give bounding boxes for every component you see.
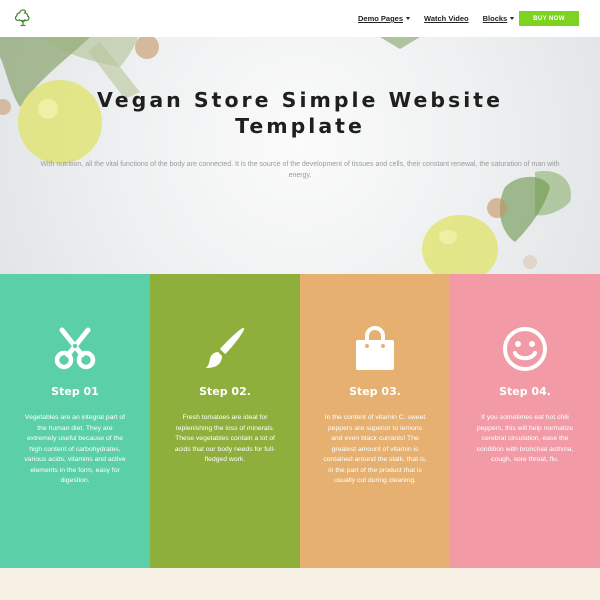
step-title: Step 02. (199, 385, 251, 398)
step-text: In the content of vitamin C, sweet peppe… (323, 414, 427, 484)
main-nav: Demo Pages Watch Video Blocks (358, 0, 528, 37)
hero-title: Vegan Store Simple Website Template (0, 87, 600, 139)
scissors-icon (54, 327, 96, 370)
step-card-4: Step 04. If you sometimes eat hot chili … (450, 274, 600, 568)
step-text: Vegetables are an integral part of the h… (24, 414, 126, 484)
steps-section: Step 01 Vegetables are an integral part … (0, 274, 600, 568)
nav-demo-pages-label: Demo Pages (358, 14, 404, 23)
broccoli-logo-icon[interactable] (13, 8, 33, 28)
chevron-down-icon (406, 17, 411, 20)
step-title: Step 04. (499, 385, 551, 398)
step-text: Fresh tomatoes are ideal for replenishin… (174, 414, 276, 463)
shopping-bag-icon (356, 325, 394, 370)
site-header: Demo Pages Watch Video Blocks BUY NOW (0, 0, 600, 37)
hero-section: Vegan Store Simple Website Template With… (0, 37, 600, 274)
nav-demo-pages[interactable]: Demo Pages (358, 14, 411, 23)
nav-blocks-label: Blocks (482, 14, 508, 23)
hero-title-line2: Template (235, 114, 365, 138)
smiley-icon (503, 327, 547, 371)
step-title: Step 01 (51, 385, 99, 398)
hero-background-image (0, 37, 571, 274)
paintbrush-icon (206, 327, 245, 368)
step-card-1: Step 01 Vegetables are an integral part … (0, 274, 150, 568)
nav-watch-video-label: Watch Video (424, 14, 469, 23)
step-text: If you sometimes eat hot chili peppers, … (476, 414, 574, 463)
step-card-3: Step 03. In the content of vitamin C, sw… (300, 274, 450, 568)
step-card-2: Step 02. Fresh tomatoes are ideal for re… (150, 274, 300, 568)
chevron-down-icon (510, 17, 515, 20)
footer-strip (0, 568, 600, 600)
nav-blocks[interactable]: Blocks (483, 14, 515, 23)
hero-subtitle: With nutrition, all the vital functions … (40, 161, 560, 179)
step-title: Step 03. (349, 385, 401, 398)
hero-title-line1: Vegan Store Simple Website (97, 88, 503, 112)
buy-now-button[interactable]: BUY NOW (519, 11, 579, 26)
nav-watch-video[interactable]: Watch Video (424, 14, 469, 23)
